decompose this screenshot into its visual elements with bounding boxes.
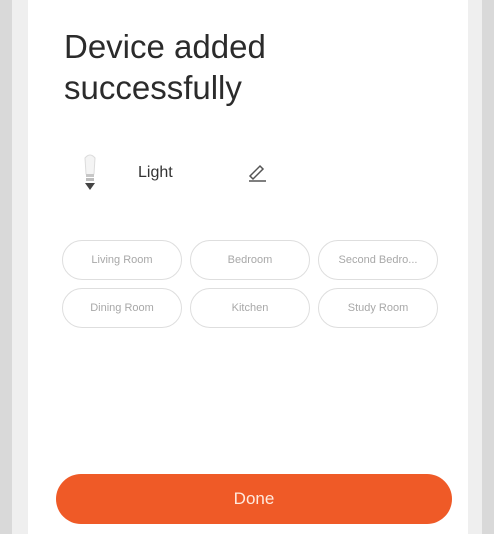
screen-edge-right: [468, 0, 482, 534]
room-chip-grid: Living Room Bedroom Second Bedro... Dini…: [62, 240, 442, 328]
room-chip-dining-room[interactable]: Dining Room: [62, 288, 182, 328]
pencil-icon[interactable]: [246, 160, 268, 182]
screen-edge-left: [12, 0, 28, 534]
done-button[interactable]: Done: [56, 474, 452, 524]
room-chip-bedroom[interactable]: Bedroom: [190, 240, 310, 280]
app-screen: Device added successfully Light Living R…: [28, 0, 468, 534]
device-frame-left: [0, 0, 12, 534]
room-chip-second-bedroom[interactable]: Second Bedro...: [318, 240, 438, 280]
room-chip-living-room[interactable]: Living Room: [62, 240, 182, 280]
room-chip-kitchen[interactable]: Kitchen: [190, 288, 310, 328]
light-bulb-icon: [76, 150, 104, 198]
device-frame-right: [482, 0, 494, 534]
device-row: Light: [76, 150, 376, 200]
device-name: Light: [138, 164, 173, 181]
page-title: Device added successfully: [64, 28, 266, 106]
room-chip-study-room[interactable]: Study Room: [318, 288, 438, 328]
